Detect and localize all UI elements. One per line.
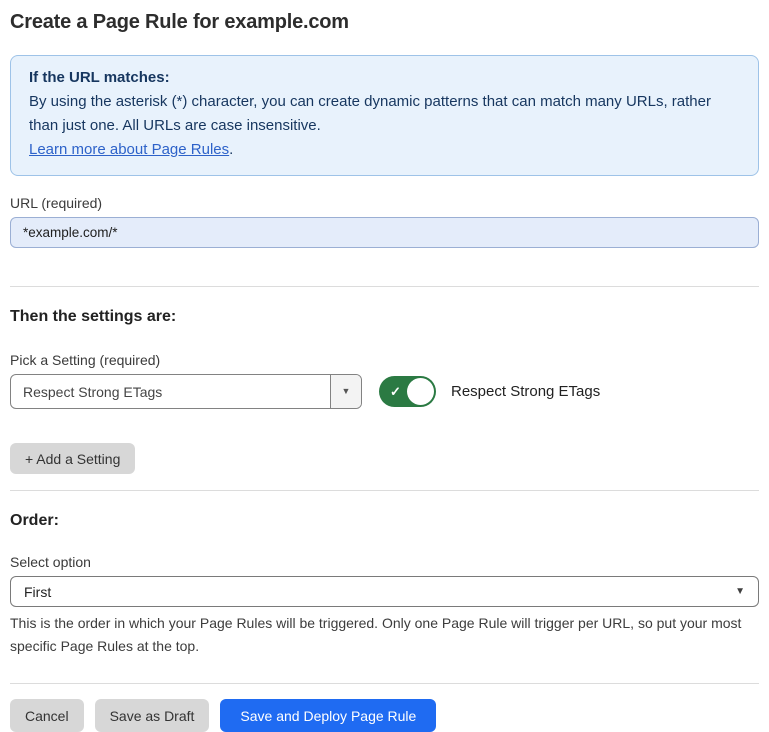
divider [10,683,759,684]
order-select-label: Select option [10,554,759,570]
add-setting-button[interactable]: + Add a Setting [10,443,135,474]
order-select[interactable]: First ▼ [10,576,759,607]
chevron-down-icon: ▼ [735,587,745,597]
pick-setting-label: Pick a Setting (required) [10,352,759,368]
footer-actions: Cancel Save as Draft Save and Deploy Pag… [10,699,759,732]
divider [10,286,759,287]
setting-dropdown[interactable]: Respect Strong ETags ▼ [10,374,362,409]
save-draft-button[interactable]: Save as Draft [95,699,210,732]
save-deploy-button[interactable]: Save and Deploy Page Rule [220,699,436,732]
url-field-label: URL (required) [10,195,759,211]
order-help-text: This is the order in which your Page Rul… [10,612,755,658]
info-box-heading: If the URL matches: [29,66,740,90]
setting-dropdown-value: Respect Strong ETags [11,375,330,408]
cancel-button[interactable]: Cancel [10,699,84,732]
link-period: . [229,141,233,158]
divider [10,490,759,491]
create-page-rule-form: Create a Page Rule for example.com If th… [0,11,769,732]
url-input[interactable] [10,217,759,248]
toggle-label: Respect Strong ETags [451,383,600,400]
setting-row: Respect Strong ETags ▼ ✓ Respect Strong … [10,374,759,409]
toggle-knob [407,378,434,405]
url-match-info-box: If the URL matches: By using the asteris… [10,55,759,176]
settings-section-heading: Then the settings are: [10,308,759,326]
info-box-body: By using the asterisk (*) character, you… [29,90,740,138]
order-select-value: First [24,584,51,600]
check-icon: ✓ [390,384,401,400]
respect-strong-etags-toggle[interactable]: ✓ [379,376,436,407]
info-box-link-line: Learn more about Page Rules. [29,138,740,162]
chevron-down-icon: ▼ [342,387,351,396]
order-section-heading: Order: [10,512,759,530]
page-title: Create a Page Rule for example.com [10,11,759,34]
learn-more-link[interactable]: Learn more about Page Rules [29,141,229,158]
setting-dropdown-arrow[interactable]: ▼ [330,375,361,408]
